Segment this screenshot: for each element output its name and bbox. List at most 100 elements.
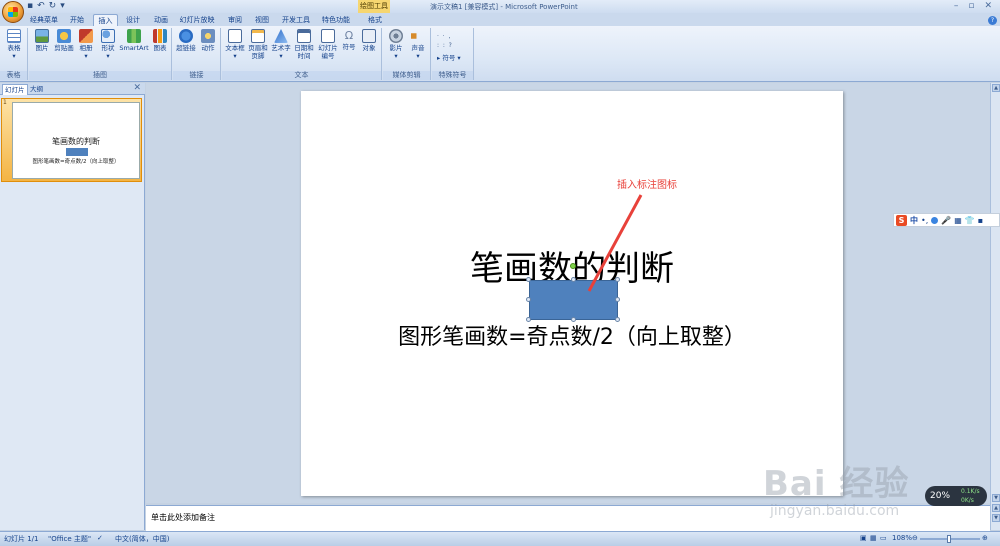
smartart-icon <box>127 29 141 43</box>
ribbon: 表格 ▾ 表格 图片 剪贴画 相册 ▾ 形状 ▾ SmartArt 图表 插图 超链接… <box>0 26 1000 82</box>
table-button[interactable]: 表格 ▾ <box>3 29 25 60</box>
clipart-icon <box>57 29 71 43</box>
photo-album-icon <box>79 29 93 43</box>
clipart-button[interactable]: 剪贴画 <box>53 29 75 52</box>
close-icon[interactable]: ✕ <box>984 1 992 11</box>
zoom-in-icon[interactable]: ⊕ <box>982 534 988 542</box>
save-icon[interactable]: ▪ <box>27 1 33 11</box>
slide-count: 幻灯片 1/1 <box>4 535 39 543</box>
slide-canvas[interactable]: 笔画数的判断 图形笔画数=奇点数/2（向上取整） 插入标注图标 <box>301 91 843 496</box>
textbox-icon <box>228 29 242 43</box>
picture-icon <box>35 29 49 43</box>
vertical-scrollbar[interactable]: ▲ ▼ ▲ ▼ <box>990 83 1000 530</box>
status-bar: 幻灯片 1/1 "Office 主题" ✓ 中文(简体，中国) ▣ ▦ ▭ 10… <box>0 531 1000 546</box>
redo-icon[interactable]: ↻ <box>49 1 57 11</box>
group-special-symbols: · · ,: : ? ▸ 符号 ▾ 特殊符号 <box>432 28 474 80</box>
scroll-down-icon[interactable]: ▼ <box>992 494 1000 502</box>
tab-insert[interactable]: 插入 <box>93 14 118 26</box>
baidu-watermark: Bai 经验 <box>763 464 910 504</box>
emoji-icon[interactable] <box>931 216 939 224</box>
ime-mode[interactable]: 中 <box>910 215 918 226</box>
slideshow-view-icon[interactable]: ▭ <box>880 534 887 542</box>
tab-format[interactable]: 格式 <box>362 14 388 26</box>
punctuation-icon[interactable]: •, <box>921 216 928 225</box>
sound-icon <box>411 29 424 43</box>
window-title: 演示文稿1 [兼容模式] - Microsoft PowerPoint <box>430 3 578 11</box>
tab-review[interactable]: 审阅 <box>224 14 246 26</box>
special-symbol-button[interactable]: ▸ 符号 ▾ <box>437 52 461 62</box>
wordart-icon <box>274 29 288 43</box>
omega-icon: Ω <box>344 29 354 42</box>
object-button[interactable]: 对象 <box>358 29 380 52</box>
notes-placeholder[interactable]: 单击此处添加备注 <box>151 512 215 523</box>
tab-design[interactable]: 设计 <box>122 14 144 26</box>
album-button[interactable]: 相册 ▾ <box>75 29 97 60</box>
zoom-level[interactable]: 108% <box>892 534 912 542</box>
pane-tabs: 幻灯片 大纲 ✕ <box>0 83 145 95</box>
slides-pane: 幻灯片 大纲 ✕ 1 笔画数的判断 图形笔画数=奇点数/2（向上取整） <box>0 83 145 530</box>
action-icon <box>201 29 215 43</box>
tab-developer[interactable]: 开发工具 <box>280 14 312 26</box>
upload-speed: 0.1K/s <box>961 488 980 495</box>
group-tables: 表格 ▾ 表格 <box>0 28 28 80</box>
action-button[interactable]: 动作 <box>197 29 219 52</box>
spellcheck-icon[interactable]: ✓ <box>97 534 103 542</box>
shapes-button[interactable]: 形状 ▾ <box>97 29 119 60</box>
mic-icon[interactable]: 🎤 <box>941 216 951 225</box>
minimize-icon[interactable]: – <box>954 1 959 11</box>
normal-view-icon[interactable]: ▣ <box>860 534 867 542</box>
zoom-out-icon[interactable]: ⊖ <box>912 534 918 542</box>
symbol-button[interactable]: Ω 符号 <box>338 29 360 51</box>
picture-button[interactable]: 图片 <box>31 29 53 52</box>
group-links: 超链接 动作 链接 <box>173 28 221 80</box>
tab-home[interactable]: 开始 <box>66 14 88 26</box>
wordart-button[interactable]: 艺术字 ▾ <box>270 29 292 60</box>
office-logo-icon <box>8 7 18 17</box>
close-icon[interactable]: ✕ <box>133 83 141 93</box>
scroll-up-icon[interactable]: ▲ <box>992 84 1000 92</box>
tools-icon[interactable]: ▪ <box>978 216 983 225</box>
movie-button[interactable]: 影片 ▾ <box>385 29 407 60</box>
hyperlink-button[interactable]: 超链接 <box>175 29 197 52</box>
slide-sorter-icon[interactable]: ▦ <box>870 534 877 542</box>
language-status[interactable]: 中文(简体，中国) <box>115 534 169 544</box>
tab-slides[interactable]: 幻灯片 <box>2 84 28 95</box>
tab-classic-menu[interactable]: 经典菜单 <box>28 14 60 26</box>
help-icon[interactable]: ? <box>988 16 997 25</box>
prev-slide-icon[interactable]: ▲ <box>992 504 1000 512</box>
office-button[interactable] <box>2 1 24 23</box>
tab-outline[interactable]: 大纲 <box>28 84 45 95</box>
textbox-button[interactable]: 文本框 ▾ <box>224 29 246 60</box>
chart-button[interactable]: 图表 <box>149 29 171 52</box>
group-text: 文本框 ▾ 页眉和页脚 艺术字 ▾ 日期和时间 幻灯片编号 Ω 符号 对象 文本 <box>222 28 382 80</box>
datetime-icon <box>297 29 311 43</box>
next-slide-icon[interactable]: ▼ <box>992 514 1000 522</box>
zoom-slider-thumb[interactable] <box>947 535 951 543</box>
skin-icon[interactable]: 👕 <box>965 216 975 225</box>
cpu-percent: 20% <box>930 491 951 501</box>
sogou-logo-icon[interactable]: S <box>896 214 907 226</box>
keyboard-icon[interactable]: ▦ <box>954 216 962 225</box>
tab-features[interactable]: 特色功能 <box>320 14 352 26</box>
header-footer-button[interactable]: 页眉和页脚 <box>246 29 270 60</box>
slide-thumbnail[interactable]: 笔画数的判断 图形笔画数=奇点数/2（向上取整） <box>12 102 140 179</box>
sound-button[interactable]: 声音 ▾ <box>407 29 429 60</box>
movie-icon <box>389 29 403 43</box>
undo-icon[interactable]: ↶ <box>37 1 45 11</box>
smartart-button[interactable]: SmartArt <box>119 29 149 52</box>
group-media: 影片 ▾ 声音 ▾ 媒体剪辑 <box>383 28 431 80</box>
shapes-icon <box>101 29 115 43</box>
tab-slideshow[interactable]: 幻灯片放映 <box>178 14 216 26</box>
special-symbols-grid[interactable]: · · ,: : ? <box>437 32 452 50</box>
qat-dropdown-icon[interactable]: ▾ <box>60 1 65 11</box>
theme-name: "Office 主题" <box>48 535 92 543</box>
network-speed-widget: 20% 0.1K/s 0K/s <box>925 486 987 506</box>
tab-view[interactable]: 视图 <box>251 14 273 26</box>
maximize-icon[interactable]: ▫ <box>968 1 974 11</box>
object-icon <box>362 29 376 43</box>
slide-number-button[interactable]: 幻灯片编号 <box>316 29 340 60</box>
table-icon <box>7 29 21 43</box>
window-controls: – ▫ ✕ <box>954 1 992 11</box>
datetime-button[interactable]: 日期和时间 <box>292 29 316 60</box>
tab-animation[interactable]: 动画 <box>150 14 172 26</box>
